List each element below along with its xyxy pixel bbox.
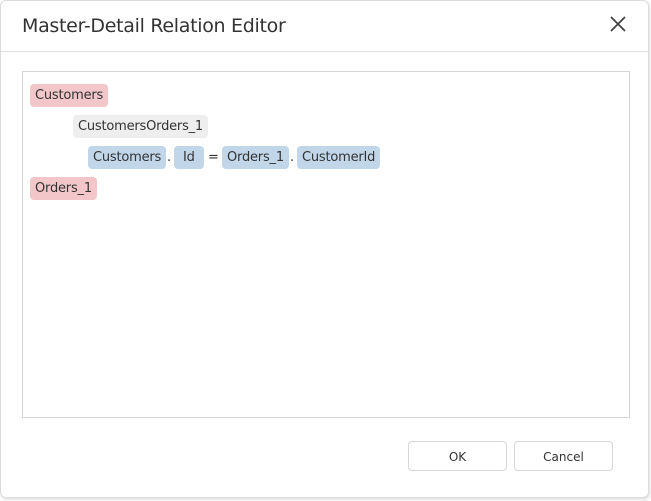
detail-table-chip[interactable]: Orders_1: [30, 177, 97, 200]
close-button[interactable]: [606, 12, 630, 36]
operator-chip[interactable]: =: [208, 146, 219, 169]
right-table-chip[interactable]: Orders_1: [222, 146, 289, 169]
dot-separator: .: [290, 150, 295, 165]
ok-button[interactable]: OK: [408, 441, 507, 471]
relation-editor-area: Customers CustomersOrders_1 Customers . …: [22, 71, 630, 418]
left-table-chip[interactable]: Customers: [88, 146, 167, 169]
relation-name-chip[interactable]: CustomersOrders_1: [73, 115, 209, 138]
close-icon: [610, 16, 626, 32]
master-table-chip[interactable]: Customers: [30, 84, 109, 107]
dialog-title: Master-Detail Relation Editor: [22, 15, 286, 37]
dot-separator: .: [167, 150, 172, 165]
dialog-header: Master-Detail Relation Editor: [1, 1, 648, 52]
cancel-button[interactable]: Cancel: [514, 441, 613, 471]
master-detail-relation-editor-dialog: Master-Detail Relation Editor Customers …: [0, 0, 649, 498]
left-field-chip[interactable]: Id: [174, 146, 204, 169]
right-field-chip[interactable]: CustomerId: [297, 146, 381, 169]
